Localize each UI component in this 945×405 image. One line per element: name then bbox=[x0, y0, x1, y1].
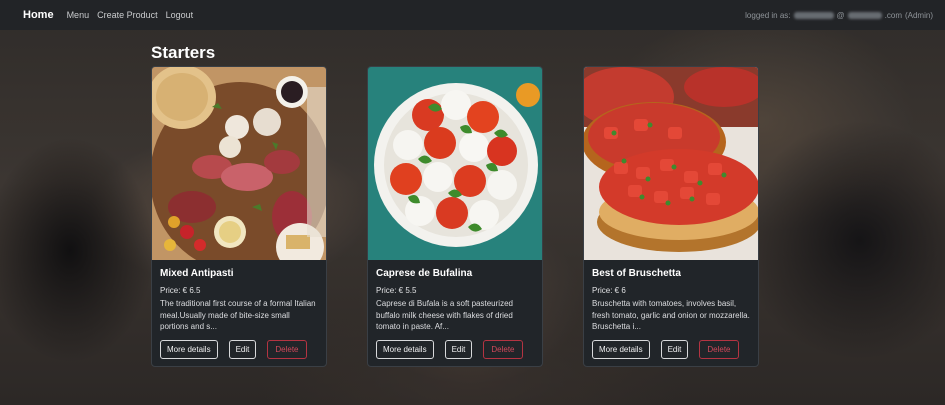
product-image-bruschetta bbox=[584, 67, 758, 260]
card-title: Mixed Antipasti bbox=[160, 268, 234, 279]
login-prefix: logged in as: bbox=[745, 10, 791, 20]
card-body: Caprese de Bufalina Price: € 5.5 Caprese… bbox=[368, 260, 542, 366]
section-title: Starters bbox=[151, 43, 216, 62]
login-domain-suffix: .com bbox=[884, 10, 902, 20]
delete-button[interactable]: Delete bbox=[483, 340, 523, 359]
edit-button[interactable]: Edit bbox=[228, 340, 257, 359]
card-price: Price: € 6.5 bbox=[160, 286, 201, 295]
card-price: Price: € 6 bbox=[592, 286, 626, 295]
more-details-button[interactable]: More details bbox=[376, 340, 434, 359]
card-body: Best of Bruschetta Price: € 6 Bruschetta… bbox=[584, 260, 758, 366]
nav-home-link[interactable]: Home bbox=[23, 9, 54, 21]
product-card: Caprese de Bufalina Price: € 5.5 Caprese… bbox=[367, 66, 543, 367]
delete-button[interactable]: Delete bbox=[267, 340, 307, 359]
card-description: Caprese di Bufala is a soft pasteurized … bbox=[376, 299, 513, 331]
card-actions: More details Edit Delete bbox=[376, 340, 534, 359]
product-card: Mixed Antipasti Price: € 6.5 The traditi… bbox=[151, 66, 327, 367]
edit-button[interactable]: Edit bbox=[444, 340, 473, 359]
card-actions: More details Edit Delete bbox=[160, 340, 318, 359]
card-price: Price: € 5.5 bbox=[376, 286, 417, 295]
card-actions: More details Edit Delete bbox=[592, 340, 750, 359]
redacted-username bbox=[793, 11, 834, 19]
login-at: @ bbox=[836, 10, 845, 20]
card-title: Caprese de Bufalina bbox=[376, 268, 473, 279]
more-details-button[interactable]: More details bbox=[160, 340, 218, 359]
nav-logout-link[interactable]: Logout bbox=[166, 10, 194, 20]
card-description: Bruschetta with tomatoes, involves basil… bbox=[592, 299, 750, 331]
nav-create-product-link[interactable]: Create Product bbox=[97, 10, 158, 20]
card-body: Mixed Antipasti Price: € 6.5 The traditi… bbox=[152, 260, 326, 366]
login-role: (Admin) bbox=[904, 10, 933, 20]
login-info: logged in as: @ .com (Admin) bbox=[745, 11, 933, 20]
nav-menu-link[interactable]: Menu bbox=[67, 10, 90, 20]
product-image-caprese bbox=[368, 67, 542, 260]
product-image-antipasti bbox=[152, 67, 326, 260]
edit-button[interactable]: Edit bbox=[660, 340, 689, 359]
more-details-button[interactable]: More details bbox=[592, 340, 650, 359]
redacted-domain bbox=[847, 11, 882, 19]
card-title: Best of Bruschetta bbox=[592, 268, 681, 279]
delete-button[interactable]: Delete bbox=[699, 340, 739, 359]
product-card-list: Mixed Antipasti Price: € 6.5 The traditi… bbox=[151, 66, 759, 367]
product-card: Best of Bruschetta Price: € 6 Bruschetta… bbox=[583, 66, 759, 367]
card-description: The traditional first course of a formal… bbox=[160, 299, 316, 331]
top-navbar: Home Menu Create Product Logout logged i… bbox=[0, 0, 945, 30]
